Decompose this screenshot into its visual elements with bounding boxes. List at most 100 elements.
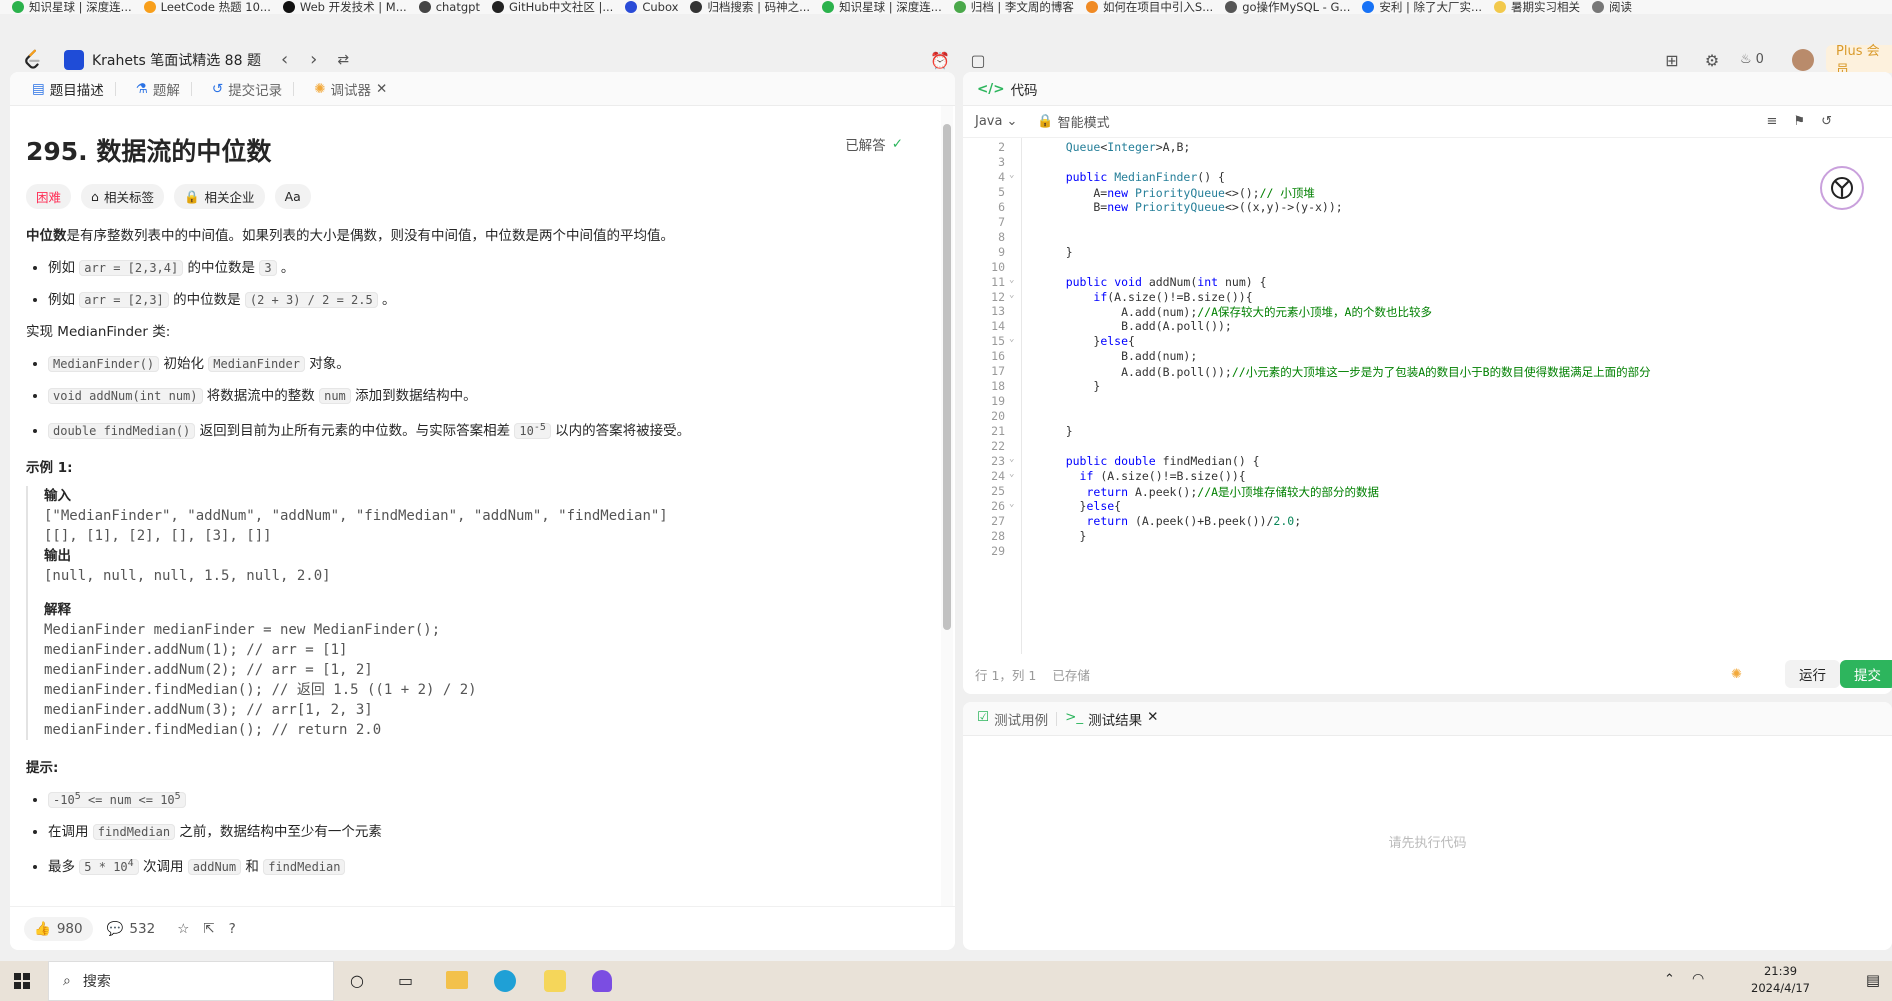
wifi-icon[interactable]: ◠ (1692, 971, 1704, 987)
bookmark-item[interactable]: 归档 | 李文周的博客 (953, 0, 1074, 14)
star-icon[interactable]: ☆ (177, 921, 189, 937)
shuffle-icon[interactable]: ⇄ (337, 52, 349, 68)
bookmark-icon[interactable]: ⚑ (1793, 114, 1805, 129)
text: 的中位数是 (168, 292, 245, 308)
inline-code: findMedian (263, 859, 346, 875)
task-view-icon[interactable]: ▭ (398, 971, 413, 990)
plus-member-button[interactable]: Plus 会员 (1826, 44, 1892, 78)
reset-icon[interactable]: ↺ (1821, 114, 1832, 129)
windows-start-icon[interactable] (14, 973, 30, 989)
list-item: void addNum(int num) 将数据流中的整数 num 添加到数据结… (48, 385, 923, 407)
chip-label: 相关标签 (103, 190, 154, 205)
description-scrollbar[interactable] (941, 106, 953, 906)
bookmark-label: 如何在项目中引入S... (1102, 0, 1214, 14)
bookmark-label: Web 开发技术 | M... (299, 0, 407, 14)
thumbs-up-icon: 👍 (34, 920, 51, 937)
input-label: 输入 (44, 488, 71, 504)
app-icon[interactable] (592, 970, 612, 992)
font-size-chip[interactable]: Aa (274, 184, 311, 209)
edge-browser-icon[interactable] (494, 970, 516, 992)
run-button[interactable]: 运行 (1785, 660, 1840, 688)
prev-problem-icon[interactable]: ‹ (281, 49, 288, 70)
problem-content: 295. 数据流的中位数 已解答 ✓ 困难 ⌂ 相关标签 🔒 相关企业 Aa 中位数… (10, 106, 939, 906)
chip-label: 相关企业 (204, 190, 255, 205)
line-number: 24 (991, 468, 1005, 483)
layout-icon[interactable]: ⊞ (1662, 50, 1682, 70)
alarm-clock-icon[interactable]: ⏰ (930, 50, 950, 70)
comments-button[interactable]: 💬 532 (107, 921, 156, 937)
scrollbar-thumb[interactable] (943, 124, 951, 630)
code-line: public MedianFinder() { (1065, 169, 1225, 184)
fold-chevron-icon[interactable]: ⌄ (1009, 499, 1019, 509)
tab-test-result[interactable]: >_ 测试结果 ✕ (1065, 709, 1158, 729)
bookmark-item[interactable]: 如何在项目中引入S... (1085, 0, 1214, 14)
code-editor[interactable]: 2 Queue<Integer>A,B; 3 4 ⌄ public MedianFin… (963, 138, 1892, 654)
inline-code: -105 <= num <= 105 (48, 791, 186, 808)
tab-solutions[interactable]: ⚗ 题解 (128, 79, 200, 99)
bookmark-item[interactable]: Cubox (625, 0, 678, 14)
app-icon[interactable] (544, 970, 566, 992)
like-button[interactable]: 👍 980 (24, 916, 93, 941)
methods-list: MedianFinder() 初始化 MedianFinder 对象。 void… (26, 353, 923, 442)
note-icon[interactable]: ▢ (968, 50, 988, 70)
help-icon[interactable]: ? (229, 921, 236, 937)
taskbar-clock[interactable]: 21:39 2024/4/17 (1751, 963, 1810, 997)
smart-mode-toggle[interactable]: 🔒 智能模式 (1037, 112, 1109, 131)
problem-list-selector[interactable]: Krahets 笔面试精选 88 题 ‹ › ⇄ (64, 49, 349, 70)
file-explorer-icon[interactable] (446, 971, 468, 989)
next-problem-icon[interactable]: › (310, 49, 317, 70)
tray-chevron-icon[interactable]: ⌃ (1664, 972, 1675, 987)
notification-icon[interactable]: ▤ (1866, 971, 1880, 989)
bookmark-item[interactable]: 知识星球 | 深度连... (822, 0, 942, 14)
fold-chevron-icon[interactable]: ⌄ (1009, 275, 1019, 285)
bookmark-item[interactable]: 知识星球 | 深度连... (12, 0, 132, 14)
streak-counter[interactable]: ♨ 0 (1740, 52, 1764, 67)
bookmark-item[interactable]: LeetCode 热题 10... (143, 0, 271, 14)
bookmark-item[interactable]: go操作MySQL - G... (1225, 0, 1350, 14)
close-icon[interactable]: ✕ (376, 81, 387, 97)
bookmark-item[interactable]: 暑期实习相关 (1494, 0, 1580, 14)
problem-panel: ▤ 题目描述 ⚗ 题解 ↺ 提交记录 ✺ 调试器 ✕ 295. 数据流的中位数 … (10, 72, 955, 950)
cortana-icon[interactable]: ○ (350, 971, 364, 990)
explain-lines: MedianFinder medianFinder = new MedianFi… (44, 620, 923, 740)
fold-chevron-icon[interactable]: ⌄ (1009, 334, 1019, 344)
list-badge-icon (64, 49, 84, 70)
debug-bug-icon[interactable]: ✺ (1731, 667, 1742, 682)
bookmark-item[interactable]: 归档搜索 | 码神之... (690, 0, 810, 14)
bookmark-item[interactable]: GitHub中文社区 |... (491, 0, 613, 14)
fold-chevron-icon[interactable]: ⌄ (1009, 469, 1019, 479)
tab-description[interactable]: ▤ 题目描述 (24, 79, 124, 99)
list-item: 例如 arr = [2,3] 的中位数是 (2 + 3) / 2 = 2.5 。 (48, 289, 923, 311)
close-icon[interactable]: ✕ (1147, 709, 1158, 729)
code-title: 代码 (1010, 82, 1038, 99)
code-line: if(A.size()!=B.size()){ (1093, 289, 1253, 304)
related-companies-chip[interactable]: 🔒 相关企业 (173, 184, 265, 209)
tab-submissions[interactable]: ↺ 提交记录 (204, 79, 302, 99)
avatar[interactable] (1792, 49, 1814, 71)
language-select[interactable]: Java ⌄ (975, 114, 1017, 129)
taskbar-search[interactable]: ⌕ 搜索 (48, 961, 334, 1001)
assistant-logo-icon[interactable] (1820, 166, 1864, 210)
bookmark-item[interactable]: chatgpt (418, 0, 480, 14)
code-line: return A.peek();//A是小顶堆存储较大的部分的数据 (1086, 484, 1380, 499)
like-count: 980 (56, 920, 83, 937)
share-icon[interactable]: ⇱ (203, 921, 214, 937)
tab-debugger[interactable]: ✺ 调试器 ✕ (306, 79, 395, 99)
related-tags-chip[interactable]: ⌂ 相关标签 (81, 184, 164, 209)
tab-testcases[interactable]: ☑ 测试用例 (977, 709, 1048, 729)
search-icon: ⌕ (63, 973, 71, 989)
settings-gear-icon[interactable]: ⚙ (1702, 50, 1722, 70)
fold-chevron-icon[interactable]: ⌄ (1009, 290, 1019, 300)
line-number: 7 (998, 214, 1005, 229)
fold-chevron-icon[interactable]: ⌄ (1009, 170, 1019, 180)
submit-button[interactable]: 提交 (1840, 660, 1892, 688)
format-icon[interactable]: ≡ (1767, 114, 1778, 129)
bookmark-item[interactable]: Web 开发技术 | M... (282, 0, 407, 14)
intro-bold: 中位数 (26, 228, 67, 244)
fold-chevron-icon[interactable]: ⌄ (1009, 454, 1019, 464)
bookmark-item[interactable]: 阅读 (1592, 0, 1632, 14)
leetcode-logo-icon[interactable] (22, 48, 44, 70)
fire-count: 0 (1755, 52, 1764, 67)
example-title: 示例 1: (26, 460, 73, 476)
bookmark-item[interactable]: 安利 | 除了大厂实... (1362, 0, 1482, 14)
